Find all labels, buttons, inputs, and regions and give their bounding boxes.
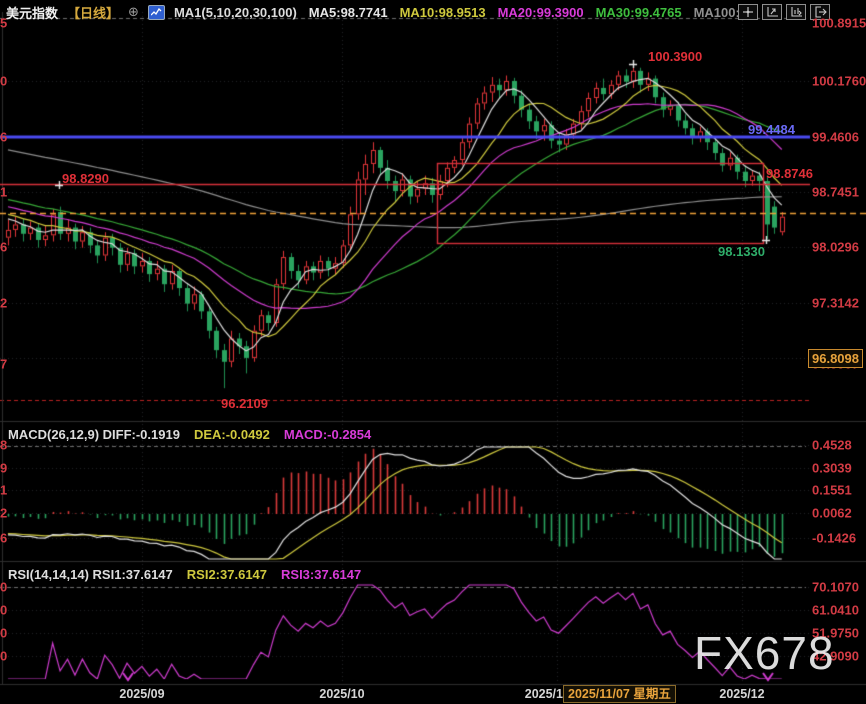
add-indicator-icon[interactable]: ⊕ — [128, 4, 139, 20]
axis-lbl: 98.7451 — [812, 185, 859, 200]
legend-item: RSI3:37.6147 — [281, 567, 361, 582]
legend-item: RSI(14,14,14) RSI1:37.6147 — [8, 567, 173, 582]
axis-lbl: 0.3039 — [812, 461, 852, 476]
legend-item: MA5:98.7741 — [309, 5, 388, 20]
level-label-988290[interactable]: 98.8290 — [62, 171, 109, 186]
scale-y-axis-icon[interactable] — [762, 4, 782, 20]
axis-lbl: 0.1551 — [812, 483, 852, 498]
axis-lbl: 0.0062 — [812, 506, 852, 521]
rem: 0 — [0, 626, 9, 641]
rem: 0 — [0, 603, 9, 618]
ma-legend: MA1(5,10,20,30,100) MA5:98.7741 MA10:98.95… — [174, 5, 758, 20]
level-label-994484[interactable]: 99.4484 — [748, 122, 795, 137]
rsi-pane-header: RSI(14,14,14) RSI1:37.6147 RSI2:37.6147 RS… — [8, 567, 361, 582]
trading-chart-app: 美元指数 【日线】 ⊕ MA1(5,10,20,30,100) MA5:98.77… — [0, 0, 866, 704]
legend-item: MA10:98.9513 — [400, 5, 486, 20]
rem: 2 — [0, 296, 9, 311]
axis-lbl: 0.4528 — [812, 438, 852, 453]
chart-canvas[interactable] — [0, 0, 866, 704]
x-lbl: 2025/10 — [319, 687, 364, 701]
rem: 6 — [0, 240, 9, 255]
chart-header: 美元指数 【日线】 ⊕ MA1(5,10,20,30,100) MA5:98.77… — [6, 2, 758, 22]
axis-lbl: 97.3142 — [812, 296, 859, 311]
fx678-watermark: FX678 — [694, 626, 835, 680]
period-high-label: 100.3900 — [648, 49, 702, 64]
crosshair-date-badge: 2025/11/07 星期五 — [563, 685, 676, 703]
rem: 2 — [0, 506, 9, 521]
legend-item: DEA:-0.0492 — [194, 427, 270, 442]
scale-x-axis-icon[interactable] — [786, 4, 806, 20]
axis-lbl: 100.1760 — [812, 74, 866, 89]
legend-item: MACD(26,12,9) DIFF:-0.1919 — [8, 427, 180, 442]
box-low-label: 98.1330 — [718, 244, 765, 259]
rem: 0 — [0, 74, 9, 89]
rem: 1 — [0, 185, 9, 200]
axis-lbl: -0.1426 — [812, 531, 856, 546]
x-lbl: 2025/12 — [719, 687, 764, 701]
period-low-label: 96.2109 — [221, 396, 268, 411]
rem: 6 — [0, 130, 9, 145]
legend-item: RSI2:37.6147 — [187, 567, 267, 582]
axis-lbl: 70.1070 — [812, 580, 859, 595]
rem: 6 — [0, 531, 9, 546]
x-lbl: 2025/09 — [119, 687, 164, 701]
highlighted-price-badge: 96.8098 — [808, 349, 863, 368]
candlestick-chart-icon[interactable] — [148, 5, 165, 20]
legend-item: MA20:99.3900 — [498, 5, 584, 20]
rem: 5 — [0, 16, 9, 31]
legend-item: MA1(5,10,20,30,100) — [174, 5, 297, 20]
symbol-title: 美元指数 — [6, 3, 58, 22]
axis-lbl: 100.8915 — [812, 16, 866, 31]
axis-lbl: 98.0296 — [812, 240, 859, 255]
rem: 7 — [0, 357, 9, 372]
legend-item: MA30:99.4765 — [596, 5, 682, 20]
macd-pane-header: MACD(26,12,9) DIFF:-0.1919 DEA:-0.0492 MAC… — [8, 427, 371, 442]
legend-item: MACD:-0.2854 — [284, 427, 371, 442]
axis-lbl: 99.4606 — [812, 130, 859, 145]
rem: 1 — [0, 483, 9, 498]
axis-lbl: 61.0410 — [812, 603, 859, 618]
rem: 0 — [0, 649, 9, 664]
level-label-988746[interactable]: 98.8746 — [766, 166, 813, 181]
rem: 9 — [0, 461, 9, 476]
period-selector[interactable]: 【日线】 — [67, 3, 119, 22]
pan-crosshair-icon[interactable] — [738, 4, 758, 20]
